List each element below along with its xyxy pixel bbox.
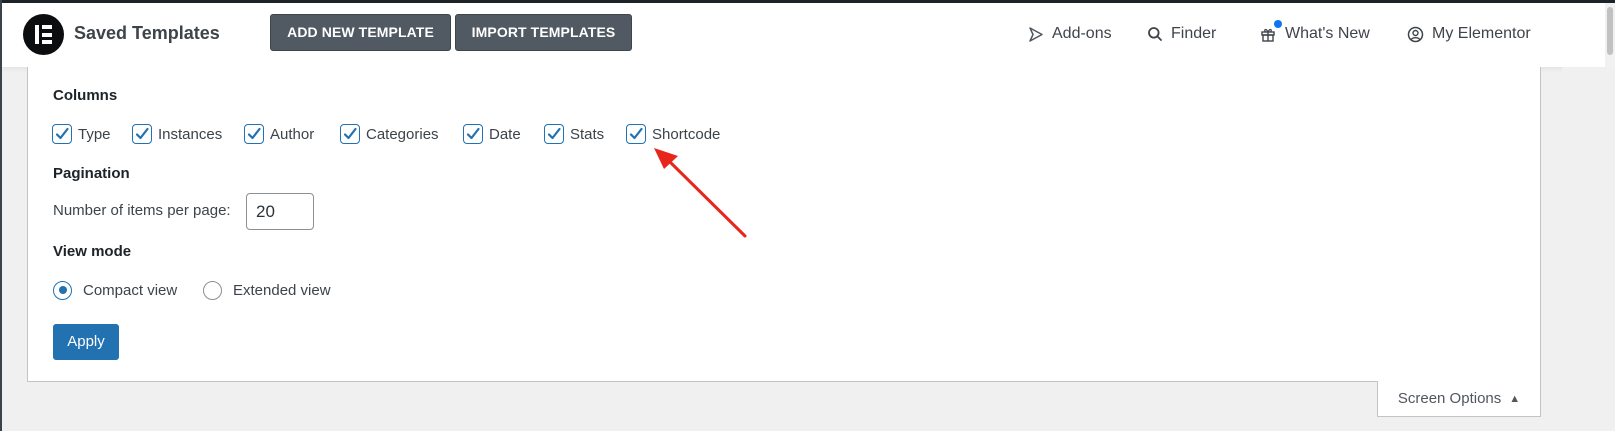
page-title: Saved Templates (74, 23, 220, 43)
radio-label: Extended view (233, 281, 331, 299)
apply-button[interactable]: Apply (53, 324, 119, 360)
checkbox-label: Shortcode (652, 125, 721, 143)
nav-my-elementor[interactable]: My Elementor (1407, 23, 1531, 45)
column-toggle-author[interactable]: Author (244, 123, 314, 145)
view-mode-heading: View mode (53, 243, 132, 260)
checkbox-shortcode[interactable] (626, 124, 646, 144)
checkbox-author[interactable] (244, 124, 264, 144)
checkmark-icon (547, 127, 561, 140)
checkbox-label: Date (489, 125, 521, 143)
scrollbar[interactable] (1605, 3, 1615, 67)
column-toggle-shortcode[interactable]: Shortcode (626, 123, 720, 145)
view-mode-compact[interactable]: Compact view (53, 279, 177, 301)
radio-label: Compact view (83, 281, 178, 299)
nav-whats-new[interactable]: What's New (1259, 20, 1370, 45)
nav-finder-label: Finder (1171, 25, 1217, 42)
column-toggle-instances[interactable]: Instances (132, 123, 222, 145)
screen-options-toggle[interactable]: Screen Options ▲ (1377, 381, 1541, 417)
elementor-logo-icon[interactable] (23, 14, 64, 55)
pagination-heading: Pagination (53, 165, 130, 182)
checkbox-categories[interactable] (340, 124, 360, 144)
search-icon (1148, 27, 1162, 41)
checkbox-instances[interactable] (132, 124, 152, 144)
checkbox-label: Categories (366, 125, 439, 143)
checkmark-icon (343, 127, 357, 140)
notification-dot (1274, 20, 1282, 28)
import-templates-button[interactable]: IMPORT TEMPLATES (455, 14, 632, 51)
checkbox-type[interactable] (52, 124, 72, 144)
checkbox-label: Type (78, 125, 111, 143)
checkmark-icon (135, 127, 149, 140)
checkbox-label: Stats (570, 125, 605, 143)
view-mode-extended[interactable]: Extended view (203, 279, 331, 301)
items-per-page-label: Number of items per page: (53, 202, 231, 219)
nav-addons[interactable]: Add-ons (1027, 23, 1112, 45)
nav-whats-new-label: What's New (1285, 25, 1370, 42)
column-toggle-date[interactable]: Date (463, 123, 521, 145)
user-circle-icon (1407, 26, 1424, 42)
column-toggle-stats[interactable]: Stats (544, 123, 604, 145)
send-arrow-icon (1029, 26, 1043, 42)
scrollbar-thumb[interactable] (1607, 7, 1613, 55)
checkmark-icon (55, 127, 69, 140)
checkbox-stats[interactable] (544, 124, 564, 144)
add-new-template-button[interactable]: ADD NEW TEMPLATE (270, 14, 451, 51)
screen-options-panel: Columns Type Instances Author Categories (27, 67, 1541, 382)
elementor-topbar: Saved Templates ADD NEW TEMPLATE IMPORT … (2, 3, 1615, 67)
items-per-page-input[interactable] (246, 193, 314, 230)
nav-finder[interactable]: Finder (1147, 23, 1216, 45)
checkmark-icon (466, 127, 480, 140)
checkbox-label: Instances (158, 125, 223, 143)
caret-up-icon: ▲ (1509, 392, 1521, 405)
column-toggle-categories[interactable]: Categories (340, 123, 439, 145)
radio-extended[interactable] (203, 280, 222, 300)
nav-addons-label: Add-ons (1052, 25, 1112, 42)
checkbox-date[interactable] (463, 124, 483, 144)
screen-options-label: Screen Options (1397, 390, 1502, 407)
right-gutter (1562, 67, 1615, 431)
checkmark-icon (247, 127, 261, 140)
nav-my-elementor-label: My Elementor (1432, 25, 1531, 42)
gift-icon (1261, 28, 1275, 42)
checkmark-icon (629, 127, 643, 140)
columns-heading: Columns (53, 87, 118, 104)
radio-compact[interactable] (53, 280, 72, 300)
checkbox-label: Author (270, 125, 315, 143)
column-toggle-type[interactable]: Type (52, 123, 111, 145)
